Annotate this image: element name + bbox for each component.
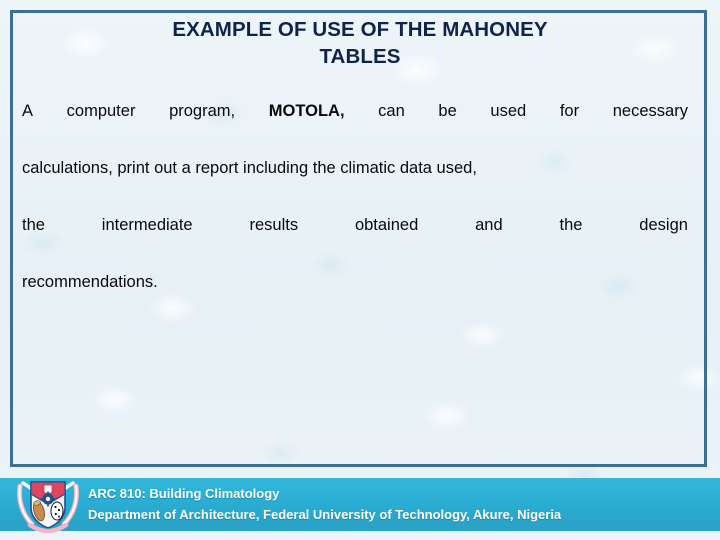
- slide-title-line-2: TABLES: [319, 45, 401, 68]
- body-word: obtained: [354, 216, 419, 234]
- slide-body-text: A computer program, MOTOLA, can be used …: [22, 99, 688, 327]
- body-word: computer: [66, 102, 136, 120]
- body-word-motola: MOTOLA,: [268, 102, 345, 120]
- presentation-slide: EXAMPLE OF USE OF THE MAHONEY TABLES A c…: [0, 0, 720, 540]
- body-word: design: [639, 216, 688, 234]
- footer-line-department: Department of Architecture, Federal Univ…: [88, 507, 562, 522]
- body-word: be: [438, 102, 457, 120]
- body-line-4: recommendations.: [22, 273, 158, 291]
- body-word: the: [22, 216, 45, 234]
- body-word: A: [22, 102, 34, 120]
- body-line-3: the intermediate results obtained and th…: [22, 213, 688, 270]
- futa-coat-of-arms-icon: [14, 470, 82, 538]
- body-word: intermediate: [101, 216, 193, 234]
- body-line-2: calculations, print out a report includi…: [22, 159, 477, 177]
- body-word: and: [475, 216, 503, 234]
- slide-title-line-1: EXAMPLE OF USE OF THE MAHONEY: [172, 18, 548, 41]
- footer-course-info: ARC 810: Building Climatology Department…: [88, 483, 698, 525]
- footer-line-course: ARC 810: Building Climatology: [88, 486, 280, 501]
- body-word: can: [378, 102, 405, 120]
- body-word: program,: [169, 102, 236, 120]
- body-line-1: A computer program, MOTOLA, can be used …: [22, 99, 688, 156]
- slide-title: EXAMPLE OF USE OF THE MAHONEY TABLES: [40, 16, 680, 70]
- body-word: the: [559, 216, 583, 234]
- body-word: used: [490, 102, 527, 120]
- body-word: necessary: [612, 102, 688, 120]
- body-word: for: [559, 102, 580, 120]
- body-word: results: [249, 216, 299, 234]
